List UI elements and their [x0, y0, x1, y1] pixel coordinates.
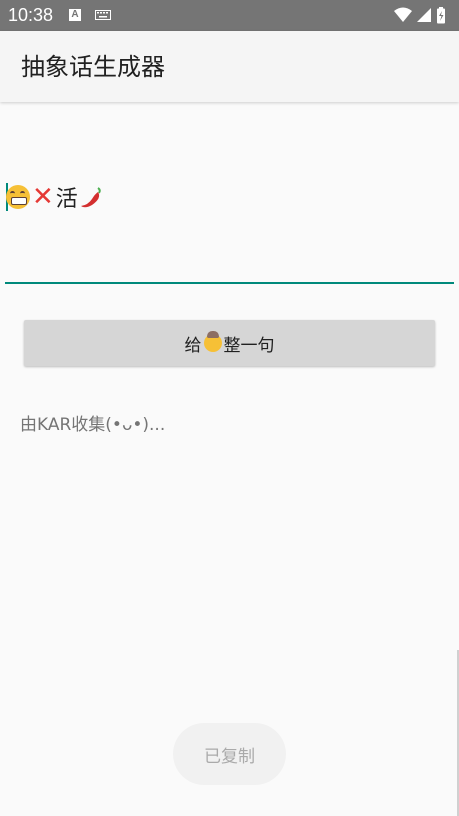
text-field-underline	[5, 282, 454, 284]
grinning-face-icon	[6, 185, 30, 209]
old-man-icon	[203, 331, 222, 352]
status-time: 10:38	[8, 5, 54, 25]
status-icons	[394, 7, 445, 24]
result-text-field[interactable]: ✕ 活	[6, 182, 104, 212]
button-label-after: 整一句	[223, 335, 275, 356]
credit-text: 由KAR收集(•ᴗ•)...	[20, 415, 166, 435]
keyboard-icon	[95, 10, 111, 20]
battery-icon	[437, 7, 445, 24]
hot-pepper-icon	[80, 187, 101, 208]
button-label-before: 给	[184, 335, 202, 356]
app-title: 抽象话生成器	[21, 53, 165, 81]
wifi-icon	[394, 7, 412, 22]
generate-sentence-button[interactable]: 给 整一句	[24, 320, 435, 366]
status-bar: 10:38 A	[0, 0, 459, 31]
app-bar: 抽象话生成器	[0, 31, 459, 102]
cross-mark-icon: ✕	[32, 182, 54, 212]
signal-icon	[417, 8, 431, 22]
result-text-char: 活	[55, 187, 78, 212]
copied-toast: 已复制	[173, 723, 286, 785]
notification-a-icon: A	[69, 9, 81, 21]
